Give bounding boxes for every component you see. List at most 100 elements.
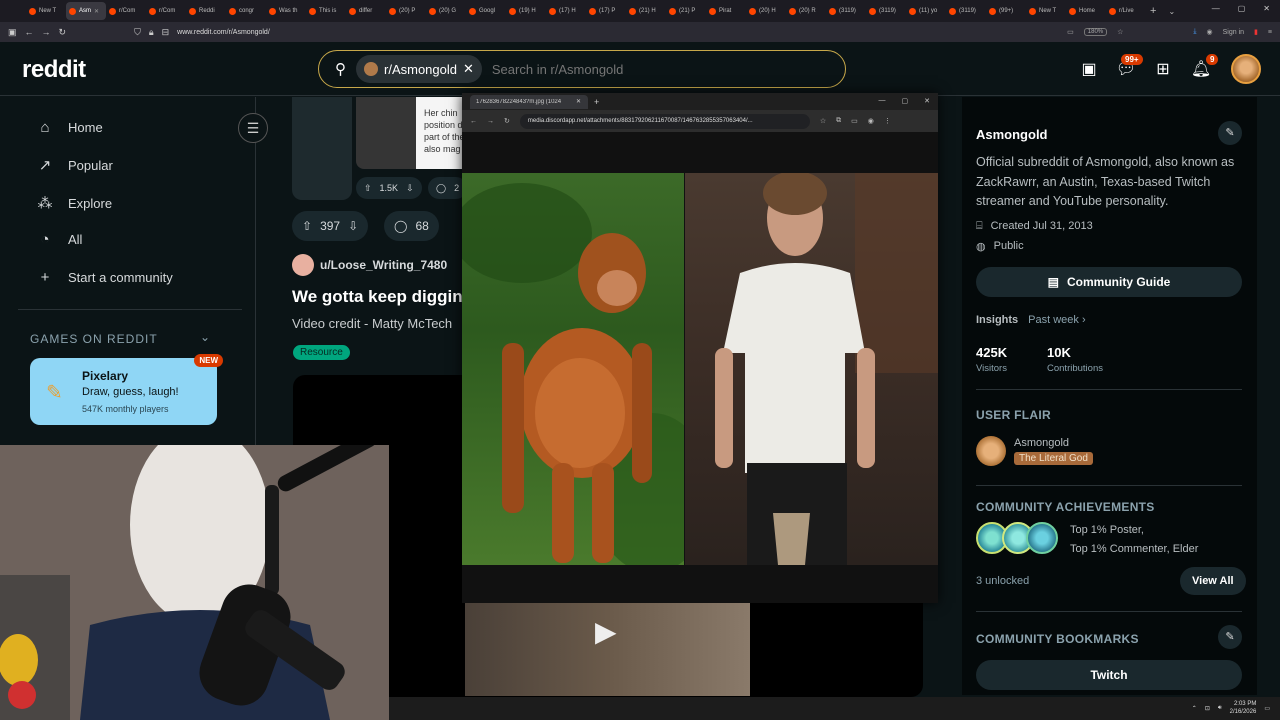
subreddit-filter-chip[interactable]: r/Asmongold ✕ [356,55,482,83]
post-flair[interactable]: Resource [293,345,350,360]
extension-icon[interactable]: ▮ [1254,28,1258,36]
game-card-pixelary[interactable]: ✎ Pixelary Draw, guess, laugh! 547K mont… [30,354,223,425]
popup-tab[interactable]: 176283678224843?m.jpg (1024 ✕ [470,94,588,109]
volume-icon[interactable]: 🔊︎ [1218,705,1222,712]
remove-filter-icon[interactable]: ✕ [463,61,474,77]
browser-tab[interactable]: Pirat [706,2,746,20]
popup-address-bar[interactable]: media.discordapp.net/attachments/8831792… [519,113,810,129]
browser-tab[interactable]: (20) P [386,2,426,20]
forward-button[interactable]: → [487,118,494,125]
reload-button[interactable]: ↻ [59,27,67,38]
back-button[interactable]: ← [25,27,34,37]
browser-tab[interactable]: (99+) [986,2,1026,20]
browser-tab[interactable]: New T [1026,2,1066,20]
advertise-icon[interactable]: ▣ [1078,59,1100,81]
close-window-button[interactable]: ✕ [1263,4,1270,13]
maximize-button[interactable]: ▢ [1238,4,1246,13]
account-icon[interactable]: ◉ [1207,28,1213,36]
nav-item-all[interactable]: ◔ All [36,231,82,248]
play-icon[interactable]: ▶ [595,615,617,648]
maximize-button[interactable]: ▢ [902,97,909,105]
post-title[interactable]: We gotta keep digging [292,287,473,307]
bookmark-star-icon[interactable]: ☆ [1117,28,1123,36]
back-button[interactable]: ← [470,118,477,125]
browser-tab[interactable]: Home [1066,2,1106,20]
games-section-label[interactable]: GAMES ON REDDIT [30,332,158,346]
browser-tab[interactable]: Asm ✕ [66,2,106,20]
browser-tab[interactable]: This is [306,2,346,20]
forward-button[interactable]: → [42,27,51,37]
notification-center-icon[interactable]: ▭ [1264,705,1270,712]
previous-post-media[interactable] [292,97,352,200]
nav-item-popular[interactable]: ↗ Popular [36,156,113,174]
upvote-icon[interactable]: ⇧ [364,183,372,194]
browser-tab[interactable]: Was th [266,2,306,20]
menu-icon[interactable]: ≡ [1268,29,1272,36]
new-tab-button[interactable]: + [1150,5,1156,17]
browser-tab[interactable]: (3119) [866,2,906,20]
browser-tab[interactable]: r/Com [106,2,146,20]
nav-item-home[interactable]: ⌂ Home [36,119,102,136]
minimize-button[interactable]: — [1212,4,1220,13]
browser-tab[interactable]: Googl [466,2,506,20]
bookmark-twitch-button[interactable]: Twitch [976,660,1242,690]
new-tab-button[interactable]: + [594,97,599,107]
zoom-level[interactable]: 180% [1083,28,1108,36]
browser-tab[interactable]: (21) H [626,2,666,20]
view-all-button[interactable]: View All [1180,567,1246,595]
browser-tab[interactable]: (11) yo [906,2,946,20]
sidebar-toggle-icon[interactable]: ▣ [8,27,17,38]
search-bar[interactable]: ⚲ r/Asmongold ✕ [318,50,846,88]
browser-tab[interactable]: New T [26,2,66,20]
menu-icon[interactable]: ⋮ [884,117,891,125]
video-thumbnail[interactable]: ▶ [465,603,750,696]
address-bar[interactable]: www.reddit.com/r/Asmongold/ [177,29,270,36]
edit-pencil-icon[interactable]: ✎ [1218,625,1242,649]
comment-button[interactable]: ◯ 68 [384,211,439,241]
downvote-icon[interactable]: ⇩ [348,219,358,233]
chevron-down-icon[interactable]: ⌄ [200,330,210,344]
flair-tag[interactable]: The Literal God [1014,452,1093,465]
create-post-icon[interactable]: ⊞ [1152,59,1174,81]
downvote-icon[interactable]: ⇩ [406,183,414,194]
close-tab-icon[interactable]: ✕ [576,98,581,105]
insights-range[interactable]: Past week › [1028,314,1085,326]
browser-tab[interactable]: congr [226,2,266,20]
cast-icon[interactable]: ▭ [851,117,858,125]
edit-pencil-icon[interactable]: ✎ [1218,121,1242,145]
reader-view-icon[interactable]: ▭ [1067,28,1074,36]
browser-tab[interactable]: Reddi [186,2,226,20]
site-info-icon[interactable]: ⊟ [162,27,170,38]
clock[interactable]: 2:03 PM 2/16/2026 [1230,700,1257,716]
reddit-logo[interactable]: reddit [22,56,86,84]
profile-icon[interactable]: ◉ [868,117,874,125]
tab-list-chevron-icon[interactable]: ⌄ [1168,7,1175,16]
upvote-icon[interactable]: ⇧ [302,219,312,233]
close-window-button[interactable]: ✕ [924,97,930,105]
browser-tab[interactable]: r/Com [146,2,186,20]
extensions-icon[interactable]: ⧉ [836,117,841,125]
achievement-badges[interactable] [976,522,1058,556]
user-avatar[interactable] [1231,54,1261,84]
search-input[interactable] [491,61,792,77]
browser-tab[interactable]: (20) G [426,2,466,20]
browser-tab[interactable]: (17) P [586,2,626,20]
browser-tab[interactable]: (17) H [546,2,586,20]
browser-tab[interactable]: (20) H [746,2,786,20]
nav-item-explore[interactable]: ⁂ Explore [36,194,113,212]
browser-tab[interactable]: differ [346,2,386,20]
shield-icon[interactable]: ⛉ [134,27,141,38]
browser-tab[interactable]: r/Live [1106,2,1146,20]
community-guide-button[interactable]: ▤ Community Guide [976,267,1242,297]
network-icon[interactable]: ⊡ [1205,705,1210,712]
browser-tab[interactable]: (20) R [786,2,826,20]
browser-tab[interactable]: (21) P [666,2,706,20]
reload-button[interactable]: ↻ [504,117,510,125]
bookmark-star-icon[interactable]: ☆ [820,117,826,125]
nav-item-start-community[interactable]: + Start a community [36,269,173,286]
sign-in-label[interactable]: Sign in [1223,29,1244,36]
close-tab-icon[interactable]: ✕ [94,8,99,15]
browser-tab[interactable]: (19) H [506,2,546,20]
minimize-button[interactable]: — [879,97,886,105]
tray-chevron-icon[interactable]: ⌃ [1192,705,1197,712]
